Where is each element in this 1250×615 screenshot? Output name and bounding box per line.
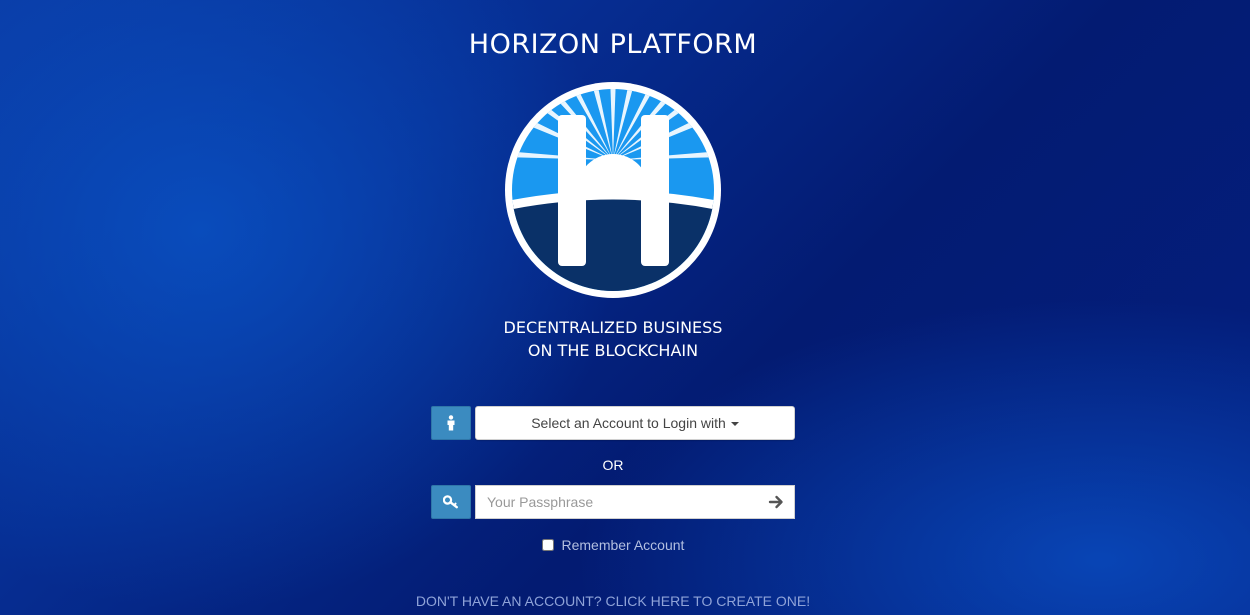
- account-select-dropdown[interactable]: Select an Account to Login with: [475, 406, 795, 440]
- user-icon: [447, 415, 455, 431]
- horizon-logo-icon: [505, 82, 721, 298]
- tagline: DECENTRALIZED BUSINESS ON THE BLOCKCHAIN: [0, 316, 1226, 362]
- tagline-line-1: DECENTRALIZED BUSINESS: [503, 318, 723, 337]
- create-account-link[interactable]: DON'T HAVE AN ACCOUNT? CLICK HERE TO CRE…: [0, 593, 1226, 609]
- account-select-label: Select an Account to Login with: [531, 415, 726, 431]
- or-separator: OR: [602, 457, 624, 473]
- passphrase-field-wrap: [475, 485, 795, 519]
- page-title: HORIZON PLATFORM: [468, 29, 758, 60]
- remember-account-label[interactable]: Remember Account: [561, 537, 684, 553]
- remember-account: Remember Account: [0, 537, 1226, 553]
- arrow-right-icon[interactable]: [768, 494, 784, 510]
- account-addon: [431, 406, 471, 440]
- passphrase-addon: [431, 485, 471, 519]
- key-icon: [443, 495, 458, 509]
- passphrase-input[interactable]: [476, 486, 756, 518]
- remember-account-checkbox[interactable]: [541, 539, 554, 551]
- caret-down-icon: [730, 422, 739, 426]
- tagline-line-2: ON THE BLOCKCHAIN: [527, 341, 699, 360]
